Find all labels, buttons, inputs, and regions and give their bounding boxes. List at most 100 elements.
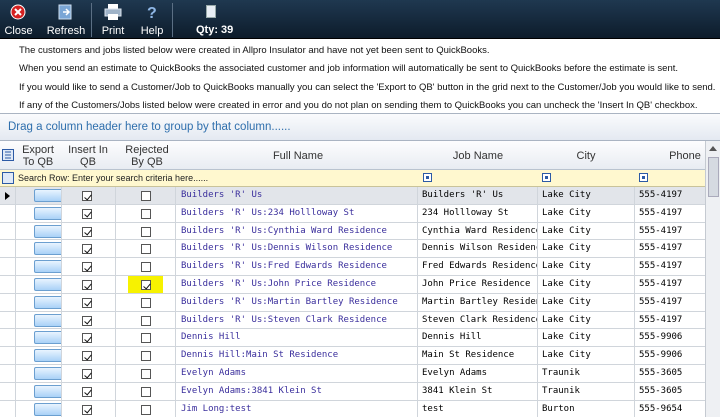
full-name-cell[interactable]: Dennis Hill: [176, 329, 418, 347]
rejected-by-qb-checkbox[interactable]: [141, 208, 151, 219]
vertical-scrollbar[interactable]: [705, 141, 720, 417]
row-indicator[interactable]: [0, 347, 16, 365]
full-name-cell[interactable]: Evelyn Adams:3841 Klein St: [176, 382, 418, 400]
full-name-cell[interactable]: Builders 'R' Us:Martin Bartley Residence: [176, 293, 418, 311]
table-row[interactable]: Builders 'R' Us:Martin Bartley Residence…: [0, 293, 705, 312]
rejected-by-qb-checkbox[interactable]: [141, 315, 151, 326]
phone-cell[interactable]: 555-3605: [635, 365, 705, 382]
export-to-qb-button[interactable]: [34, 331, 61, 345]
city-cell[interactable]: Lake City: [538, 347, 635, 365]
rejected-by-qb-checkbox[interactable]: [141, 297, 151, 308]
full-name-cell[interactable]: Builders 'R' Us:John Price Residence: [176, 276, 418, 293]
phone-cell[interactable]: 555-9906: [635, 329, 705, 346]
column-header-insert[interactable]: Insert In QB: [62, 144, 114, 168]
phone-cell[interactable]: 555-9906: [635, 347, 705, 364]
export-to-qb-button[interactable]: [34, 295, 61, 309]
insert-in-qb-checkbox[interactable]: [82, 226, 92, 237]
row-indicator[interactable]: [0, 311, 16, 329]
city-cell[interactable]: Lake City: [538, 276, 635, 293]
job-name-cell[interactable]: Steven Clark Residence: [418, 311, 538, 329]
row-indicator[interactable]: [0, 329, 16, 347]
phone-cell[interactable]: 555-4197: [635, 240, 705, 257]
full-name-cell[interactable]: Dennis Hill:Main St Residence: [176, 347, 418, 365]
city-cell[interactable]: Lake City: [538, 258, 635, 276]
city-cell[interactable]: Lake City: [538, 240, 635, 258]
row-indicator[interactable]: [0, 258, 16, 276]
close-button[interactable]: Close: [0, 0, 37, 39]
table-row[interactable]: Builders 'R' Us:Dennis Wilson Residence D…: [0, 240, 705, 259]
job-name-cell[interactable]: Main St Residence: [418, 347, 538, 365]
column-header-export[interactable]: Export To QB: [17, 144, 59, 168]
column-header-rejected[interactable]: Rejected By QB: [118, 144, 176, 168]
table-row[interactable]: Builders 'R' Us Builders 'R' Us Lake City 5…: [0, 187, 705, 205]
full-name-cell[interactable]: Builders 'R' Us:Dennis Wilson Residence: [176, 240, 418, 258]
table-row[interactable]: Builders 'R' Us:John Price Residence John…: [0, 276, 705, 294]
insert-in-qb-checkbox[interactable]: [82, 280, 92, 290]
export-to-qb-button[interactable]: [34, 384, 61, 398]
full-name-cell[interactable]: Evelyn Adams: [176, 365, 418, 382]
phone-cell[interactable]: 555-4197: [635, 205, 705, 222]
phone-cell[interactable]: 555-9654: [635, 401, 705, 417]
column-header-full-name[interactable]: Full Name: [178, 150, 418, 162]
table-row[interactable]: Builders 'R' Us:Fred Edwards Residence Fr…: [0, 258, 705, 276]
row-indicator[interactable]: [0, 222, 16, 240]
filter-icon[interactable]: [542, 173, 551, 182]
rejected-by-qb-checkbox[interactable]: [141, 369, 151, 379]
city-cell[interactable]: Traunik: [538, 365, 635, 382]
city-cell[interactable]: Lake City: [538, 222, 635, 240]
job-name-cell[interactable]: 234 Hollloway St: [418, 204, 538, 222]
export-to-qb-button[interactable]: [34, 189, 61, 202]
export-to-qb-button[interactable]: [34, 242, 61, 256]
full-name-cell[interactable]: Builders 'R' Us:Fred Edwards Residence: [176, 258, 418, 276]
refresh-button[interactable]: Refresh: [45, 0, 87, 39]
phone-cell[interactable]: 555-3605: [635, 383, 705, 400]
city-cell[interactable]: Burton: [538, 400, 635, 417]
phone-cell[interactable]: 555-4197: [635, 276, 705, 293]
rejected-by-qb-checkbox[interactable]: [141, 386, 151, 397]
job-name-cell[interactable]: Fred Edwards Residence: [418, 258, 538, 276]
export-to-qb-button[interactable]: [34, 402, 61, 416]
help-button[interactable]: ? Help: [136, 0, 168, 39]
job-name-cell[interactable]: 3841 Klein St: [418, 382, 538, 400]
export-to-qb-button[interactable]: [34, 206, 61, 220]
export-to-qb-button[interactable]: [34, 367, 61, 380]
insert-in-qb-checkbox[interactable]: [82, 404, 92, 415]
job-name-cell[interactable]: Dennis Hill: [418, 329, 538, 347]
full-name-cell[interactable]: Builders 'R' Us:234 Hollloway St: [176, 204, 418, 222]
export-to-qb-button[interactable]: [34, 313, 61, 327]
table-row[interactable]: Builders 'R' Us:Cynthia Ward Residence Cy…: [0, 222, 705, 241]
row-indicator[interactable]: [0, 187, 16, 204]
rejected-by-qb-checkbox[interactable]: [141, 226, 151, 237]
city-cell[interactable]: Lake City: [538, 311, 635, 329]
row-indicator[interactable]: [0, 382, 16, 400]
rejected-by-qb-checkbox[interactable]: [141, 262, 151, 273]
rejected-by-qb-checkbox[interactable]: [141, 280, 151, 290]
insert-in-qb-checkbox[interactable]: [82, 333, 92, 344]
rejected-by-qb-checkbox[interactable]: [141, 244, 151, 255]
insert-in-qb-checkbox[interactable]: [82, 386, 92, 397]
rejected-by-qb-checkbox[interactable]: [141, 351, 151, 362]
table-row[interactable]: Builders 'R' Us:234 Hollloway St 234 Holl…: [0, 204, 705, 223]
phone-cell[interactable]: 555-4197: [635, 258, 705, 275]
rejected-by-qb-checkbox[interactable]: [141, 333, 151, 344]
column-header-city[interactable]: City: [538, 150, 634, 162]
job-name-cell[interactable]: John Price Residence: [418, 276, 538, 293]
job-name-cell[interactable]: Cynthia Ward Residence: [418, 222, 538, 240]
print-button[interactable]: Print: [95, 0, 131, 39]
full-name-cell[interactable]: Builders 'R' Us:Steven Clark Residence: [176, 311, 418, 329]
insert-in-qb-checkbox[interactable]: [82, 208, 92, 219]
insert-in-qb-checkbox[interactable]: [82, 369, 92, 379]
table-row[interactable]: Builders 'R' Us:Steven Clark Residence St…: [0, 311, 705, 330]
phone-cell[interactable]: 555-4197: [635, 294, 705, 311]
insert-in-qb-checkbox[interactable]: [82, 191, 92, 201]
row-indicator[interactable]: [0, 365, 16, 382]
export-to-qb-button[interactable]: [34, 278, 61, 291]
phone-cell[interactable]: 555-4197: [635, 312, 705, 329]
job-name-cell[interactable]: Evelyn Adams: [418, 365, 538, 382]
city-cell[interactable]: Lake City: [538, 187, 635, 204]
row-indicator[interactable]: [0, 293, 16, 311]
city-cell[interactable]: Traunik: [538, 382, 635, 400]
rejected-by-qb-checkbox[interactable]: [141, 404, 151, 415]
insert-in-qb-checkbox[interactable]: [82, 351, 92, 362]
search-row[interactable]: Search Row: Enter your search criteria h…: [0, 170, 705, 187]
